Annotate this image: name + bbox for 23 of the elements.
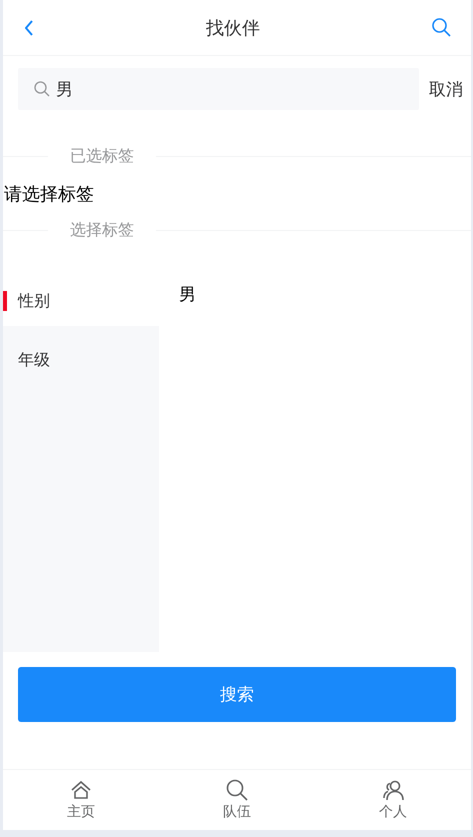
tab-label: 队伍 [223,803,251,821]
search-icon [34,81,50,97]
section-heading: 选择标签 [69,220,135,240]
tab-item[interactable]: 队伍 [159,770,315,830]
active-indicator [3,291,7,311]
tag-option[interactable]: 男 [179,283,196,306]
search-icon[interactable] [432,18,451,37]
page-title: 找伙伴 [206,16,260,40]
section-heading: 已选标签 [69,146,135,166]
tab-label: 个人 [379,803,407,821]
people-icon [382,779,404,801]
search-text: 男 [56,78,73,100]
cancel-button[interactable]: 取消 [429,78,463,100]
empty-tags-text: 请选择标签 [4,183,95,206]
search-icon [226,779,248,801]
back-icon[interactable] [25,20,34,36]
search-button[interactable]: 搜索 [18,667,456,722]
tab-label: 主页 [67,803,95,821]
category-item[interactable]: 性别 [3,276,159,326]
tab-item[interactable]: 个人 [315,770,471,830]
search-field[interactable]: 男 [18,68,419,110]
home-icon [70,779,92,801]
tab-item[interactable]: 主页 [3,770,159,830]
